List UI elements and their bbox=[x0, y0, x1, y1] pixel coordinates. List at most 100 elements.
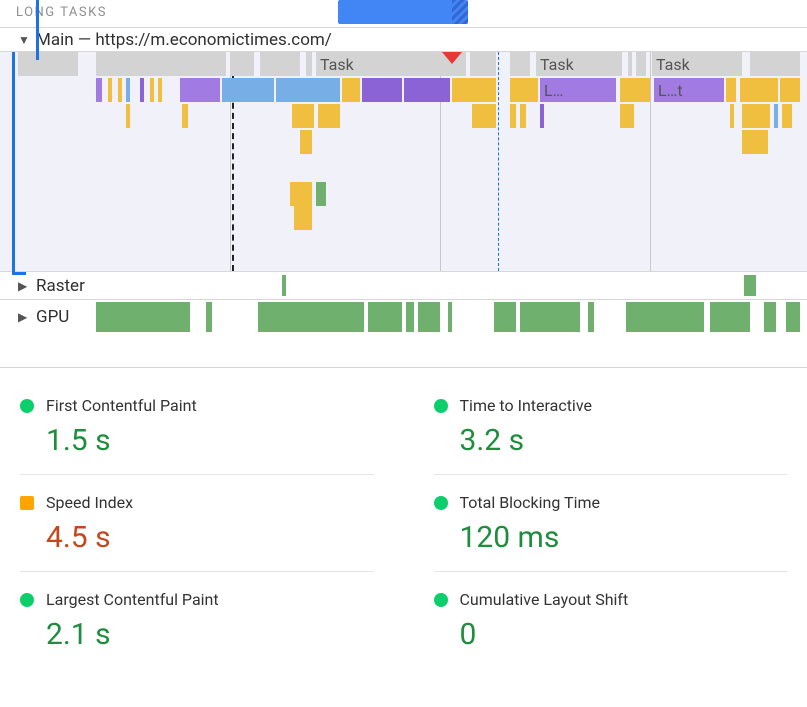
gpu-bar[interactable] bbox=[764, 302, 776, 332]
gpu-bar[interactable] bbox=[710, 302, 750, 332]
raster-label: Raster bbox=[36, 276, 85, 296]
raster-track[interactable]: ▶ Raster bbox=[0, 272, 807, 300]
flame-chip[interactable] bbox=[318, 104, 340, 128]
metric-value: 3.2 s bbox=[434, 423, 788, 458]
metric-si[interactable]: Speed Index 4.5 s bbox=[20, 475, 374, 572]
flame-chip[interactable] bbox=[292, 104, 314, 128]
metric-lcp[interactable]: Largest Contentful Paint 2.1 s bbox=[20, 572, 374, 668]
metric-tbt[interactable]: Total Blocking Time 120 ms bbox=[434, 475, 788, 572]
gpu-bar[interactable] bbox=[520, 302, 580, 332]
flame-chip[interactable] bbox=[222, 78, 274, 102]
flame-chip[interactable] bbox=[620, 104, 634, 128]
gpu-bar[interactable] bbox=[96, 302, 190, 332]
flame-chip[interactable] bbox=[470, 52, 496, 76]
flame-lane bbox=[0, 182, 807, 206]
gpu-track[interactable]: ▶ GPU bbox=[0, 300, 807, 334]
status-dot-icon bbox=[434, 399, 448, 413]
flame-chip[interactable] bbox=[294, 206, 312, 230]
gpu-bar[interactable] bbox=[588, 302, 594, 332]
metric-name: Cumulative Layout Shift bbox=[460, 590, 629, 609]
status-dot-icon bbox=[20, 399, 34, 413]
metric-name: Largest Contentful Paint bbox=[46, 590, 219, 609]
flame-chart[interactable]: Task Task Task L… bbox=[0, 52, 807, 272]
flame-chip[interactable] bbox=[404, 78, 450, 102]
chevron-right-icon[interactable]: ▶ bbox=[18, 279, 30, 293]
flame-chip[interactable] bbox=[510, 52, 530, 76]
gpu-bar[interactable] bbox=[368, 302, 402, 332]
flame-chip[interactable] bbox=[628, 52, 632, 76]
gpu-bar[interactable] bbox=[258, 302, 364, 332]
flame-chip[interactable] bbox=[118, 78, 122, 102]
flame-chip[interactable] bbox=[316, 182, 326, 206]
flame-chip[interactable] bbox=[150, 78, 154, 102]
flame-chip[interactable] bbox=[18, 52, 78, 76]
flame-chip[interactable] bbox=[230, 52, 254, 76]
flame-chip-task[interactable]: Task bbox=[536, 52, 622, 76]
metric-value: 1.5 s bbox=[20, 423, 374, 458]
flame-chip[interactable] bbox=[180, 78, 220, 102]
gpu-bar[interactable] bbox=[448, 302, 452, 332]
gpu-bar[interactable] bbox=[406, 302, 414, 332]
timeline-marker bbox=[36, 0, 39, 60]
status-dot-icon bbox=[20, 593, 34, 607]
metric-cls[interactable]: Cumulative Layout Shift 0 bbox=[434, 572, 788, 668]
flame-chip[interactable] bbox=[780, 78, 800, 102]
chevron-down-icon[interactable]: ▼ bbox=[18, 33, 30, 47]
flame-chip[interactable] bbox=[108, 78, 112, 102]
gpu-bar[interactable] bbox=[418, 302, 440, 332]
gpu-bars bbox=[0, 302, 807, 332]
warning-icon bbox=[442, 52, 462, 64]
longtasks-bar[interactable] bbox=[338, 0, 468, 24]
flame-chip[interactable] bbox=[96, 78, 102, 102]
flame-chip[interactable] bbox=[774, 104, 778, 128]
chevron-right-icon[interactable]: ▶ bbox=[18, 310, 30, 324]
gpu-bar[interactable] bbox=[786, 302, 800, 332]
flame-chip[interactable] bbox=[510, 78, 538, 102]
metric-name: Time to Interactive bbox=[460, 396, 592, 415]
flame-chip[interactable] bbox=[96, 52, 226, 76]
metric-tti[interactable]: Time to Interactive 3.2 s bbox=[434, 378, 788, 475]
flame-chip[interactable] bbox=[260, 52, 300, 76]
flame-chip[interactable] bbox=[740, 78, 778, 102]
flame-chip[interactable] bbox=[742, 104, 770, 128]
flame-lane: L… L…t bbox=[0, 78, 807, 102]
flame-chip[interactable] bbox=[742, 130, 768, 154]
gpu-bar[interactable] bbox=[494, 302, 516, 332]
flame-chip[interactable] bbox=[126, 104, 130, 128]
flame-chip[interactable] bbox=[636, 52, 646, 76]
gpu-bar[interactable] bbox=[626, 302, 704, 332]
flame-chip[interactable] bbox=[726, 78, 736, 102]
flame-chip[interactable] bbox=[362, 78, 402, 102]
flame-chip[interactable] bbox=[342, 78, 360, 102]
flame-chip[interactable] bbox=[276, 78, 340, 102]
flame-chip-l[interactable]: L…t bbox=[654, 78, 724, 102]
metric-name: First Contentful Paint bbox=[46, 396, 197, 415]
flame-chip[interactable] bbox=[306, 52, 312, 76]
main-track-header[interactable]: ▼ Main — https://m.economictimes.com/ bbox=[0, 28, 807, 52]
raster-bar[interactable] bbox=[744, 275, 756, 296]
flame-chip[interactable] bbox=[300, 130, 312, 154]
flame-chip[interactable] bbox=[510, 104, 516, 128]
flame-chip[interactable] bbox=[520, 104, 526, 128]
flame-chip[interactable] bbox=[620, 78, 650, 102]
flame-chip[interactable] bbox=[452, 78, 496, 102]
gpu-bar[interactable] bbox=[206, 302, 212, 332]
flame-chip[interactable] bbox=[182, 104, 188, 128]
flame-chip[interactable] bbox=[472, 104, 496, 128]
flame-chip[interactable] bbox=[540, 104, 544, 128]
metric-fcp[interactable]: First Contentful Paint 1.5 s bbox=[20, 378, 374, 475]
flame-chip[interactable] bbox=[140, 78, 144, 102]
metric-value: 4.5 s bbox=[20, 520, 374, 555]
longtasks-row: LONG TASKS bbox=[0, 0, 807, 28]
flame-chip-task[interactable]: Task bbox=[652, 52, 742, 76]
flame-chip[interactable] bbox=[750, 52, 800, 76]
raster-bar[interactable] bbox=[282, 275, 286, 296]
flame-chip[interactable] bbox=[782, 104, 792, 128]
flame-chip[interactable] bbox=[126, 78, 130, 102]
flame-chip-l[interactable]: L… bbox=[540, 78, 616, 102]
flame-chip[interactable] bbox=[158, 78, 162, 102]
flame-lane bbox=[0, 206, 807, 230]
flame-chip[interactable] bbox=[290, 182, 312, 206]
flame-chip[interactable] bbox=[730, 104, 734, 128]
flame-lane bbox=[0, 104, 807, 128]
